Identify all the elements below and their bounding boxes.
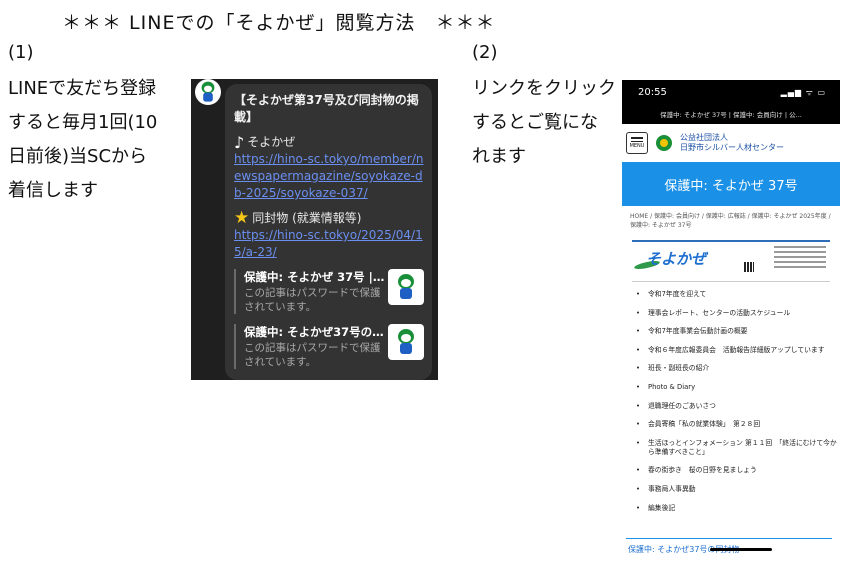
step-2-text: リンクをクリック するとご覧にな れます (472, 72, 616, 174)
preview-thumbnail-icon (388, 324, 424, 360)
org-name[interactable]: 公益社団法人 日野市シルバー人材センター (680, 133, 784, 153)
magazine-info-lines (774, 246, 826, 271)
link-preview-card[interactable]: 保護中: そよかぜ 37号 |… この記事はパスワードで保護されています。 (234, 269, 424, 314)
list-item[interactable]: 会員寄稿「私の就業体験」 第２８回 (636, 420, 840, 429)
menu-button[interactable]: MENU (626, 132, 648, 154)
preview-thumbnail-icon (388, 269, 424, 305)
sender-avatar-icon[interactable] (195, 79, 221, 105)
menu-label: MENU (629, 143, 645, 149)
step-2-line: れます (472, 146, 526, 167)
status-time: 20:55 (638, 86, 667, 98)
page-heading: ＊＊＊ LINEでの「そよかぜ」閲覧方法 ＊＊＊ (62, 12, 496, 34)
list-item[interactable]: 理事会レポート、センターの活動スケジュール (636, 309, 840, 318)
list-item[interactable]: 令和7年度を迎えて (636, 290, 840, 299)
step-1-line: すると毎月1回(10 (8, 112, 158, 133)
item-enclosure-row: ★ 同封物 (就業情報等) (234, 210, 424, 227)
signal-battery-icon: ▂▄▆ ᯤ ▭ (780, 87, 826, 97)
list-item[interactable]: 事務局人事異動 (636, 485, 840, 494)
breadcrumb[interactable]: HOME / 保護中: 会員向け / 保護中: 広報誌 / 保護中: そよかぜ … (622, 206, 840, 230)
browser-title-bar[interactable]: 保護中: そよかぜ 37号 | 保護中: 会員向け | 公... (622, 104, 840, 124)
qr-code-icon (744, 262, 754, 272)
music-note-icon: ♪ (234, 133, 245, 152)
step-2-line: するとご覧にな (472, 112, 598, 133)
message-title: 【そよかぜ第37号及び同封物の掲載】 (234, 93, 419, 124)
preview-title: 保護中: そよかぜ37号の… (244, 325, 384, 339)
divider (626, 538, 832, 539)
list-item[interactable]: 班長・副班長の紹介 (636, 364, 840, 373)
org-logo-icon[interactable] (656, 135, 672, 151)
org-name-line2: 日野市シルバー人材センター (680, 143, 784, 152)
step-1-line: 着信します (8, 180, 98, 201)
magazine-cover-image: そよかぜ (632, 240, 830, 282)
item-soyokaze-row: ♪ そよかぜ (234, 134, 424, 151)
soyokaze-link[interactable]: https://hino-sc.tokyo/member/newspaperma… (234, 151, 424, 202)
preview-title: 保護中: そよかぜ 37号 |… (244, 270, 384, 284)
step-2-number: (2) (472, 42, 498, 63)
link-preview-card[interactable]: 保護中: そよかぜ37号の… この記事はパスワードで保護されています。 (234, 324, 424, 369)
step-1-line: LINEで友だち登録 (8, 78, 157, 99)
page-banner: 保護中: そよかぜ 37号 (622, 162, 840, 206)
step-1-line: 日前後)当SCから (8, 146, 148, 167)
item-soyokaze-label: そよかぜ (247, 135, 296, 149)
list-item[interactable]: 令和６年度広報委員会 活動報告詳細版アップしています (636, 346, 840, 355)
list-item[interactable]: 春の街歩き 桜の日野を見ましょう (636, 466, 840, 475)
star-icon: ★ (234, 208, 250, 228)
list-item[interactable]: 生活ほっとインフォメーション 第１１回 「終活にむけて今から準備すべきこと」 (636, 439, 840, 457)
preview-description: この記事はパスワードで保護されています。 (244, 287, 381, 313)
line-message-bubble: 【そよかぜ第37号及び同封物の掲載】 ♪ そよかぜ https://hino-s… (225, 84, 432, 380)
step-1-text: LINEで友だち登録 すると毎月1回(10 日前後)当SCから 着信します (8, 72, 157, 208)
list-item[interactable]: Photo & Diary (636, 383, 840, 392)
org-name-line1: 公益社団法人 (680, 133, 728, 142)
home-indicator[interactable] (710, 548, 772, 551)
list-item[interactable]: 退職理任のごあいさつ (636, 402, 840, 411)
phone-screenshot: 20:55 ▂▄▆ ᯤ ▭ 保護中: そよかぜ 37号 | 保護中: 会員向け … (622, 80, 840, 555)
preview-description: この記事はパスワードで保護されています。 (244, 342, 381, 368)
enclosure-link[interactable]: https://hino-sc.tokyo/2025/04/15/a-23/ (234, 227, 424, 261)
item-enclosure-label: 同封物 (就業情報等) (252, 211, 362, 225)
site-header: MENU 公益社団法人 日野市シルバー人材センター (622, 128, 840, 158)
magazine-logo: そよかぜ (646, 250, 707, 268)
contents-list: 令和7年度を迎えて 理事会レポート、センターの活動スケジュール 令和7年度事業会… (622, 282, 840, 513)
step-1-number: (1) (8, 42, 34, 63)
step-2-line: リンクをクリック (472, 78, 616, 99)
status-bar: 20:55 ▂▄▆ ᯤ ▭ (622, 80, 840, 104)
list-item[interactable]: 編集後記 (636, 504, 840, 513)
list-item[interactable]: 令和7年度事業会伝動計画の概要 (636, 327, 840, 336)
